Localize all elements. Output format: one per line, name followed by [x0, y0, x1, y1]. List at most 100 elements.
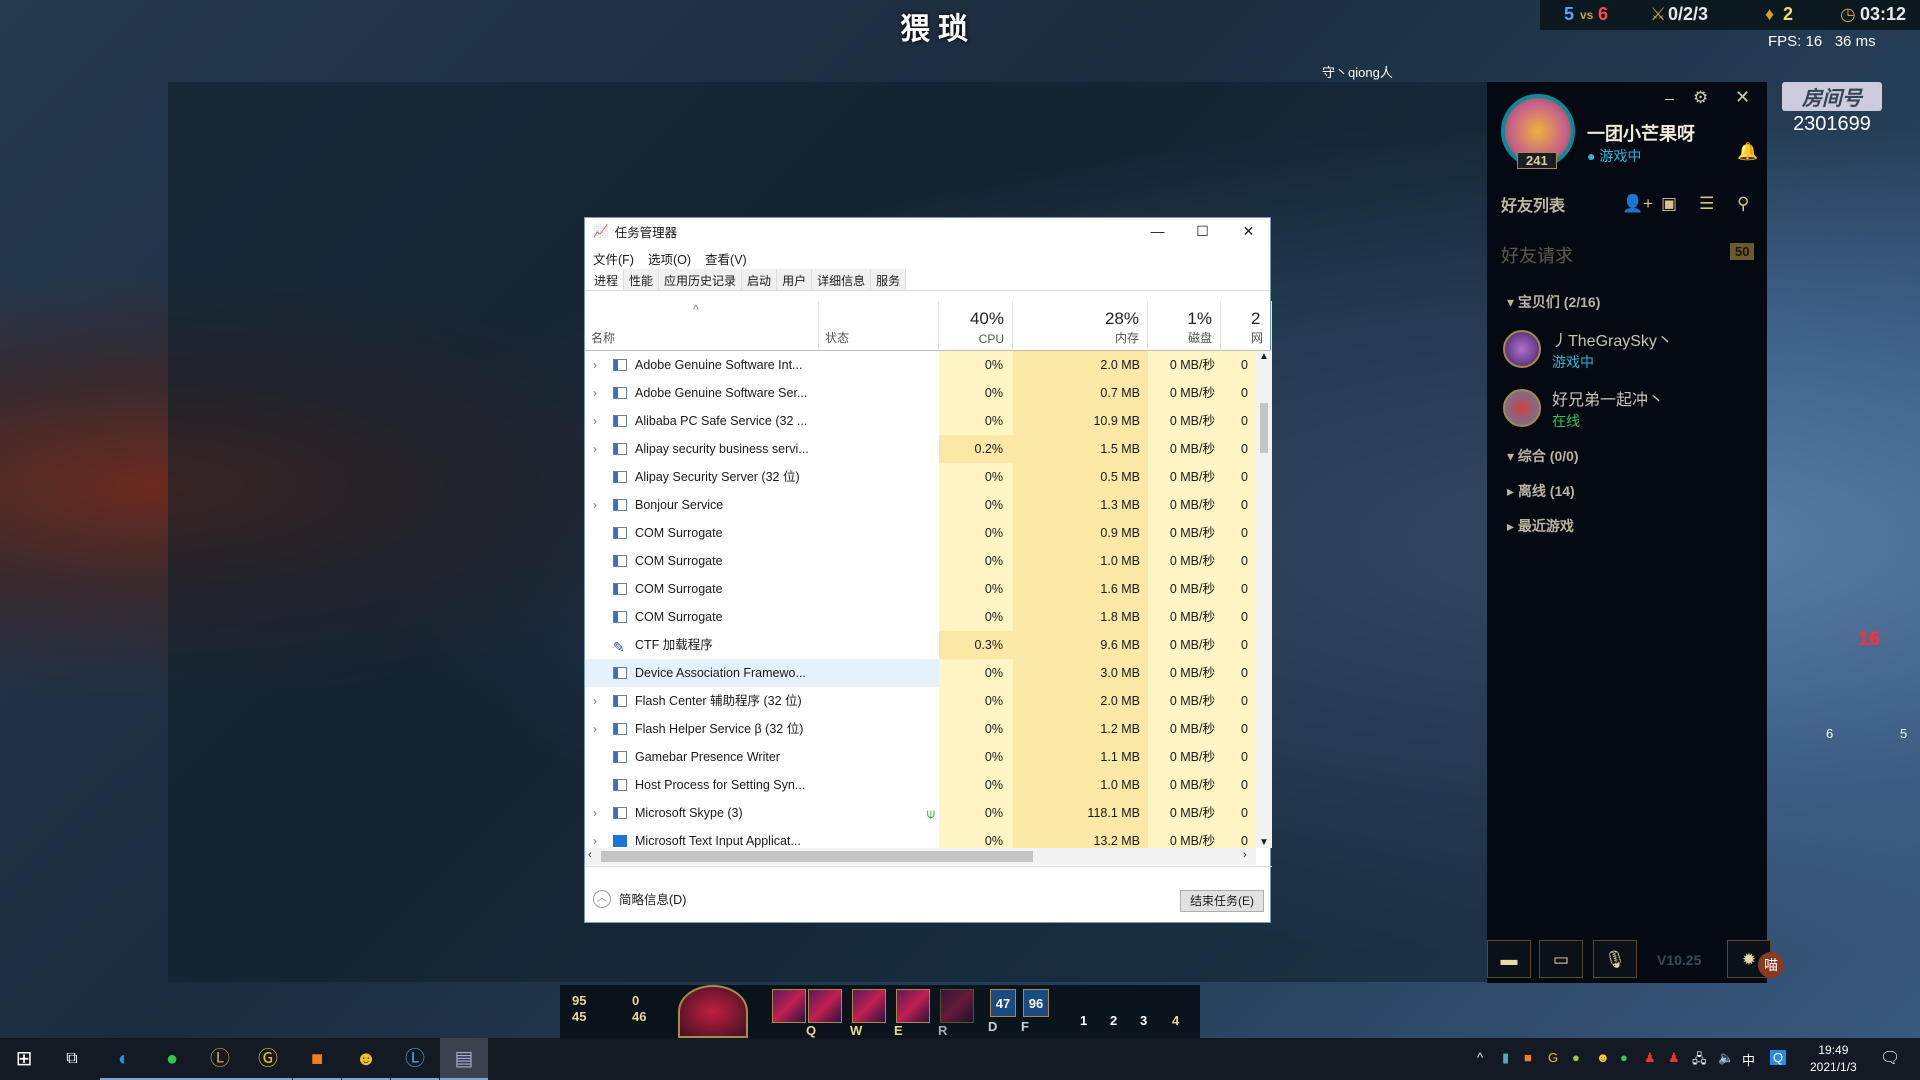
process-row[interactable]: Host Process for Setting Syn... 0% 1.0 MB 0…: [585, 771, 1256, 799]
list-icon[interactable]: ☰: [1699, 194, 1714, 214]
search-icon[interactable]: ⚲: [1737, 194, 1749, 214]
orange-app-icon[interactable]: ■: [293, 1038, 341, 1080]
q-app-tray-icon[interactable]: Q: [1770, 1050, 1787, 1065]
group-recent[interactable]: ▸ 最近游戏: [1507, 516, 1574, 536]
qq-tray-icon[interactable]: ♟: [1668, 1050, 1680, 1066]
item-slot[interactable]: 4: [1172, 1013, 1179, 1028]
process-row[interactable]: ✎ CTF 加载程序 0.3% 9.6 MB 0 MB/秒 0: [585, 631, 1256, 659]
process-row[interactable]: › Alipay security business servi... 0.2% 1.…: [585, 435, 1256, 463]
tab-users[interactable]: 用户: [777, 269, 813, 290]
add-folder-icon[interactable]: ▣: [1661, 194, 1677, 214]
show-hidden-icons[interactable]: ^: [1477, 1050, 1483, 1065]
minimize-button[interactable]: —: [1135, 218, 1180, 245]
scroll-thumb[interactable]: [1260, 403, 1268, 453]
tab-performance[interactable]: 性能: [624, 269, 660, 290]
maximize-button[interactable]: ☐: [1180, 218, 1225, 245]
process-row[interactable]: › Alibaba PC Safe Service (32 ... 0% 10.9 M…: [585, 407, 1256, 435]
process-row[interactable]: COM Surrogate 0% 0.9 MB 0 MB/秒 0: [585, 519, 1256, 547]
process-row[interactable]: Device Association Framewo... 0% 3.0 MB 0 M…: [585, 659, 1256, 687]
tray-app-icon[interactable]: G: [1548, 1050, 1558, 1065]
skill-w[interactable]: [852, 989, 886, 1023]
expand-chevron-icon[interactable]: ›: [593, 379, 597, 407]
expand-chevron-icon[interactable]: ›: [593, 687, 597, 715]
end-task-button[interactable]: 结束任务(E): [1180, 890, 1264, 912]
process-row[interactable]: › Flash Helper Service β (32 位) 0% 1.2 MB 0 …: [585, 715, 1256, 743]
menu-options[interactable]: 选项(O): [648, 249, 691, 267]
tab-processes[interactable]: 进程: [589, 269, 625, 290]
volume-icon[interactable]: 🔈: [1718, 1050, 1734, 1066]
column-name[interactable]: ^ 名称: [585, 301, 819, 351]
group-offline[interactable]: ▸ 离线 (14): [1507, 481, 1575, 501]
item-slot[interactable]: 3: [1140, 1013, 1147, 1028]
tray-app-icon[interactable]: ▮: [1502, 1050, 1509, 1066]
wechat-tray-icon[interactable]: ●: [1620, 1050, 1628, 1065]
add-friend-icon[interactable]: 👤+: [1622, 194, 1653, 214]
process-row[interactable]: › Microsoft Skype (3) ⍦ 0% 118.1 MB 0 MB/秒 0: [585, 799, 1256, 827]
column-memory[interactable]: 28% 内存: [1013, 301, 1148, 351]
friend-avatar[interactable]: [1503, 389, 1541, 427]
network-icon[interactable]: 🖧: [1692, 1050, 1707, 1072]
process-row[interactable]: Alipay Security Server (32 位) 0% 0.5 MB 0 M…: [585, 463, 1256, 491]
process-row[interactable]: COM Surrogate 0% 1.8 MB 0 MB/秒 0: [585, 603, 1256, 631]
expand-chevron-icon[interactable]: ›: [593, 827, 597, 848]
process-row[interactable]: › Adobe Genuine Software Ser... 0% 0.7 MB 0 …: [585, 379, 1256, 407]
item-slot[interactable]: 2: [1110, 1013, 1117, 1028]
expand-chevron-icon[interactable]: ›: [593, 799, 597, 827]
menu-file[interactable]: 文件(F): [593, 249, 634, 267]
qq-tray-icon[interactable]: ♟: [1644, 1050, 1656, 1066]
group-babies[interactable]: ▾ 宝贝们 (2/16): [1507, 292, 1600, 312]
friend-avatar[interactable]: [1503, 330, 1541, 368]
friend-name[interactable]: 好兄弟一起冲丶: [1552, 386, 1664, 410]
task-view-icon[interactable]: ⧉: [48, 1038, 96, 1080]
column-status[interactable]: 状态: [819, 301, 939, 351]
notifications-icon[interactable]: 🗨: [1880, 1048, 1900, 1068]
scroll-left-icon[interactable]: ‹: [588, 849, 592, 861]
chat-button[interactable]: ▬: [1487, 940, 1531, 978]
tray-app-icon[interactable]: ●: [1572, 1050, 1580, 1065]
close-icon[interactable]: ✕: [1735, 87, 1750, 108]
ime-indicator[interactable]: 中: [1742, 1050, 1755, 1069]
item-slot[interactable]: 1: [1080, 1013, 1087, 1028]
screen-button[interactable]: ▭: [1539, 940, 1583, 978]
expand-chevron-icon[interactable]: ›: [593, 435, 597, 463]
hscroll-thumb[interactable]: [601, 851, 1033, 862]
group-general[interactable]: ▾ 综合 (0/0): [1507, 446, 1579, 466]
vertical-scrollbar[interactable]: ▲ ▼: [1256, 351, 1272, 848]
process-row[interactable]: › Microsoft Text Input Applicat... 0% 13.2 …: [585, 827, 1256, 848]
user-status[interactable]: ● 游戏中: [1587, 146, 1641, 166]
friend-requests[interactable]: 好友请求: [1501, 242, 1573, 268]
horizontal-scrollbar[interactable]: ‹ ›: [585, 848, 1256, 865]
process-row[interactable]: › Bonjour Service 0% 1.3 MB 0 MB/秒 0: [585, 491, 1256, 519]
close-button[interactable]: ✕: [1226, 218, 1271, 245]
tab-startup[interactable]: 启动: [742, 269, 778, 290]
tab-services[interactable]: 服务: [871, 269, 907, 290]
skill-q[interactable]: [808, 989, 842, 1023]
qq-browser-icon[interactable]: ◐: [100, 1038, 148, 1080]
microphone-button[interactable]: 🎙: [1593, 940, 1637, 978]
task-manager-taskbar-icon[interactable]: ▤: [440, 1038, 488, 1080]
fewer-details-button[interactable]: ︿ 简略信息(D): [593, 889, 686, 908]
tray-app-icon[interactable]: ■: [1524, 1050, 1532, 1065]
column-disk[interactable]: 1% 磁盘: [1148, 301, 1221, 351]
title-bar[interactable]: 📈 任务管理器 — ☐ ✕: [585, 218, 1270, 245]
column-network[interactable]: 2网: [1221, 301, 1272, 351]
process-row[interactable]: › Flash Center 辅助程序 (32 位) 0% 2.0 MB 0 MB/秒 0: [585, 687, 1256, 715]
friend-name[interactable]: 丿TheGraySky丶: [1552, 327, 1673, 351]
bell-icon[interactable]: 🔔: [1737, 142, 1758, 162]
skill-r[interactable]: [940, 989, 974, 1023]
column-cpu[interactable]: 40% CPU: [939, 301, 1013, 351]
tray-app-icon[interactable]: ☻: [1596, 1050, 1610, 1065]
scroll-down-icon[interactable]: ▼: [1259, 837, 1269, 848]
g-app-icon[interactable]: Ⓖ: [244, 1038, 292, 1080]
start-button[interactable]: ⊞: [0, 1038, 48, 1080]
menu-view[interactable]: 查看(V): [705, 249, 747, 267]
gear-icon[interactable]: ⚙: [1693, 88, 1708, 108]
process-row[interactable]: COM Surrogate 0% 1.6 MB 0 MB/秒 0: [585, 575, 1256, 603]
scroll-right-icon[interactable]: ›: [1243, 849, 1247, 861]
summoner-d[interactable]: 47: [990, 989, 1016, 1017]
wechat-icon[interactable]: ●: [148, 1038, 196, 1080]
scroll-up-icon[interactable]: ▲: [1259, 351, 1269, 362]
skill-e[interactable]: [896, 989, 930, 1023]
tab-app-history[interactable]: 应用历史记录: [659, 269, 743, 290]
minimize-icon[interactable]: _: [1665, 84, 1674, 102]
